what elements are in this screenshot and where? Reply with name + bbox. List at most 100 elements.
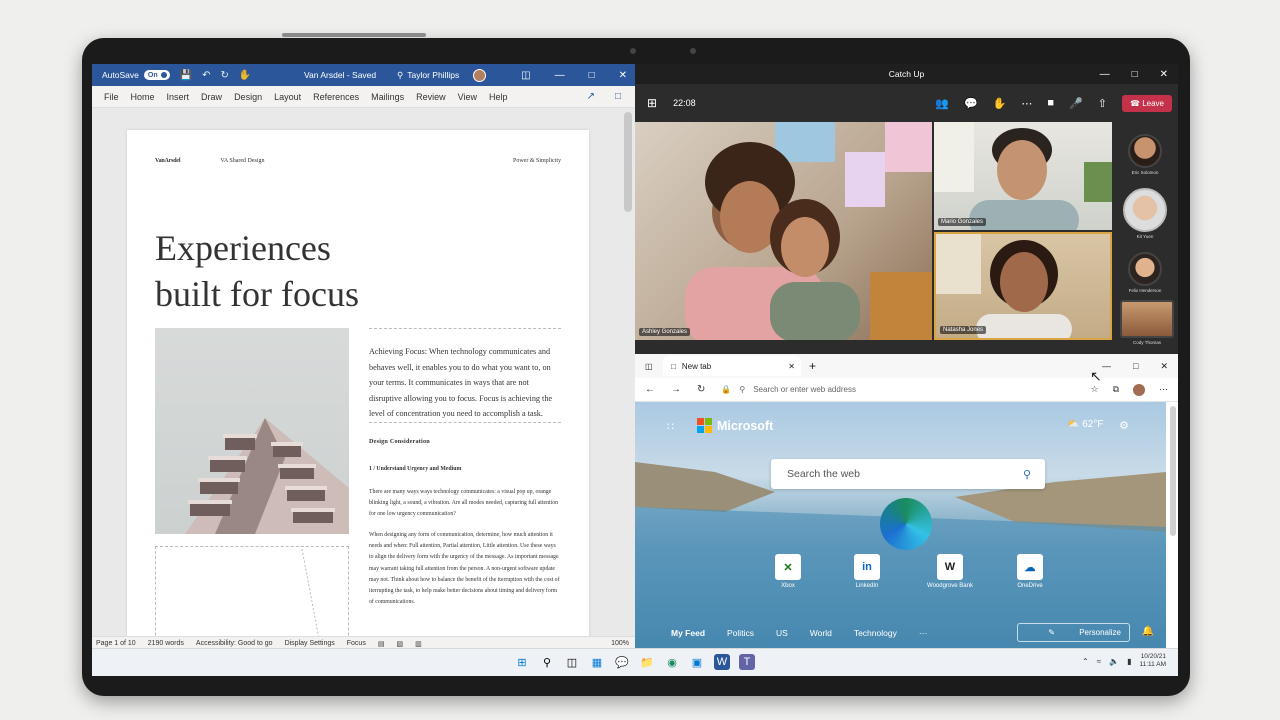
maximize-icon[interactable]: □ bbox=[1133, 361, 1138, 372]
document-canvas[interactable]: VanArsdel VA Shared Design Power & Simpl… bbox=[92, 108, 635, 636]
share-icon[interactable]: ↗ bbox=[587, 91, 595, 102]
search-icon[interactable]: ⚲ bbox=[1023, 468, 1031, 481]
quick-link-xbox[interactable]: ✕ Xbox bbox=[763, 554, 813, 589]
participants-icon[interactable]: 👥 bbox=[935, 97, 949, 110]
chevron-up-icon[interactable]: ⌃ bbox=[1082, 657, 1089, 666]
address-input[interactable]: 🔒 ⚲ Search or enter web address bbox=[721, 385, 856, 394]
quick-link-linkedin[interactable]: in LinkedIn bbox=[842, 554, 892, 589]
quick-link-woodgrove[interactable]: W Woodgrove Bank bbox=[918, 554, 982, 589]
menu-mailings[interactable]: Mailings bbox=[371, 92, 404, 102]
tab-new-tab[interactable]: □ New tab ✕ bbox=[663, 356, 801, 376]
feed-tab-politics[interactable]: Politics bbox=[727, 628, 754, 638]
focus-mode[interactable]: Focus bbox=[347, 640, 366, 647]
forward-icon[interactable]: → bbox=[671, 384, 681, 395]
ribbon-display-icon[interactable]: ◫ bbox=[521, 70, 530, 81]
more-icon[interactable]: ⋯ bbox=[1159, 384, 1168, 395]
comments-icon[interactable]: □ bbox=[615, 91, 621, 102]
web-search-input[interactable]: Search the web ⚲ bbox=[771, 459, 1045, 489]
document-title[interactable]: Van Arsdel - Saved bbox=[304, 70, 376, 80]
menu-design[interactable]: Design bbox=[234, 92, 262, 102]
store-icon[interactable]: ▣ bbox=[689, 654, 705, 670]
more-icon[interactable]: ⋯ bbox=[1021, 97, 1032, 110]
clock[interactable]: 10/20/21 11:11 AM bbox=[1140, 653, 1167, 669]
touch-mode-icon[interactable]: ✋ bbox=[239, 70, 251, 81]
quick-link-onedrive[interactable]: ☁ OneDrive bbox=[1005, 554, 1055, 589]
minimize-icon[interactable]: — bbox=[1102, 361, 1111, 372]
video-tile-ashley[interactable]: Ashley Gonzales bbox=[635, 122, 932, 340]
vertical-scrollbar[interactable] bbox=[1170, 406, 1176, 536]
chat-icon[interactable]: 💬 bbox=[614, 654, 630, 670]
web-layout-icon[interactable]: ▥ bbox=[415, 640, 422, 648]
settings-icon[interactable]: ⚙ bbox=[1119, 419, 1129, 432]
microphone-icon[interactable]: 🎤 bbox=[1069, 97, 1083, 110]
wifi-icon[interactable]: ≈ bbox=[1097, 657, 1101, 666]
feed-tab-my-feed[interactable]: My Feed bbox=[671, 628, 705, 638]
close-icon[interactable]: ✕ bbox=[1160, 361, 1168, 372]
video-tile-natasha[interactable]: Natasha Jones bbox=[934, 232, 1112, 340]
display-settings[interactable]: Display Settings bbox=[285, 640, 335, 647]
menu-references[interactable]: References bbox=[313, 92, 359, 102]
close-icon[interactable]: ✕ bbox=[619, 70, 627, 81]
task-view-icon[interactable]: ◫ bbox=[564, 654, 580, 670]
maximize-icon[interactable]: □ bbox=[1132, 69, 1138, 80]
undo-icon[interactable]: ↶ bbox=[202, 70, 210, 81]
battery-icon[interactable]: ▮ bbox=[1127, 657, 1131, 666]
redo-icon[interactable]: ↻ bbox=[220, 70, 228, 81]
menu-file[interactable]: File bbox=[104, 92, 119, 102]
video-tile-mario[interactable]: Mario Gonzales bbox=[934, 122, 1112, 230]
roster-item[interactable]: Eric Solomon bbox=[1125, 134, 1165, 175]
menu-view[interactable]: View bbox=[458, 92, 477, 102]
start-icon[interactable]: ⊞ bbox=[514, 654, 530, 670]
personalize-button[interactable]: ✎ Personalize bbox=[1017, 623, 1130, 642]
menu-review[interactable]: Review bbox=[416, 92, 446, 102]
profile-avatar[interactable] bbox=[1133, 383, 1145, 396]
tab-actions-icon[interactable]: ◫ bbox=[645, 362, 653, 371]
weather-widget[interactable]: ⛅ 62°F bbox=[1067, 419, 1103, 430]
word-icon[interactable]: W bbox=[714, 654, 730, 670]
zoom-level[interactable]: 100% bbox=[611, 640, 629, 647]
menu-help[interactable]: Help bbox=[489, 92, 508, 102]
save-icon[interactable]: 💾 bbox=[180, 70, 192, 81]
minimize-icon[interactable]: — bbox=[1100, 69, 1110, 80]
user-account[interactable]: ⚲ Taylor Phillips bbox=[397, 68, 487, 82]
feed-more[interactable]: ··· bbox=[919, 628, 928, 638]
camera-icon[interactable]: ■ bbox=[1047, 97, 1054, 109]
search-icon[interactable]: ⚲ bbox=[397, 70, 403, 81]
chat-icon[interactable]: 💬 bbox=[964, 97, 978, 110]
share-screen-icon[interactable]: ⇧ bbox=[1098, 97, 1107, 110]
page-count[interactable]: Page 1 of 10 bbox=[96, 640, 136, 647]
app-launcher-icon[interactable]: ∷ bbox=[667, 420, 674, 433]
feed-tab-us[interactable]: US bbox=[776, 628, 788, 638]
widgets-icon[interactable]: ▦ bbox=[589, 654, 605, 670]
close-tab-icon[interactable]: ✕ bbox=[788, 362, 795, 371]
notifications-icon[interactable]: 🔔 bbox=[1142, 626, 1154, 637]
roster-item[interactable]: Kit Yuen bbox=[1123, 188, 1167, 239]
feed-tab-world[interactable]: World bbox=[810, 628, 832, 638]
print-layout-icon[interactable]: ▧ bbox=[396, 640, 403, 648]
read-mode-icon[interactable]: ▤ bbox=[378, 640, 385, 648]
layout-icon[interactable]: ⊞ bbox=[647, 96, 657, 110]
refresh-icon[interactable]: ↻ bbox=[697, 384, 705, 395]
leave-button[interactable]: ☎ Leave bbox=[1122, 94, 1172, 112]
favorites-icon[interactable]: ☆ bbox=[1090, 384, 1098, 395]
menu-layout[interactable]: Layout bbox=[274, 92, 301, 102]
collections-icon[interactable]: ⧉ bbox=[1113, 384, 1119, 395]
close-icon[interactable]: ✕ bbox=[1160, 69, 1168, 80]
accessibility-status[interactable]: Accessibility: Good to go bbox=[196, 640, 273, 647]
file-explorer-icon[interactable]: 📁 bbox=[639, 654, 655, 670]
back-icon[interactable]: ← bbox=[645, 384, 655, 395]
minimize-icon[interactable]: — bbox=[555, 70, 565, 81]
edge-icon[interactable]: ◉ bbox=[664, 654, 680, 670]
feed-tab-technology[interactable]: Technology bbox=[854, 628, 897, 638]
volume-icon[interactable]: 🔈 bbox=[1109, 657, 1119, 666]
user-avatar[interactable] bbox=[473, 68, 487, 82]
roster-item[interactable]: Cody Thomas bbox=[1119, 300, 1175, 345]
teams-icon[interactable]: T bbox=[739, 654, 755, 670]
maximize-icon[interactable]: □ bbox=[589, 70, 595, 81]
search-icon[interactable]: ⚲ bbox=[539, 654, 555, 670]
roster-item[interactable]: Felix Henderson bbox=[1125, 252, 1165, 293]
raise-hand-icon[interactable]: ✋ bbox=[993, 97, 1007, 110]
menu-insert[interactable]: Insert bbox=[167, 92, 190, 102]
new-tab-icon[interactable]: + bbox=[809, 359, 816, 373]
vertical-scrollbar[interactable] bbox=[624, 112, 632, 212]
